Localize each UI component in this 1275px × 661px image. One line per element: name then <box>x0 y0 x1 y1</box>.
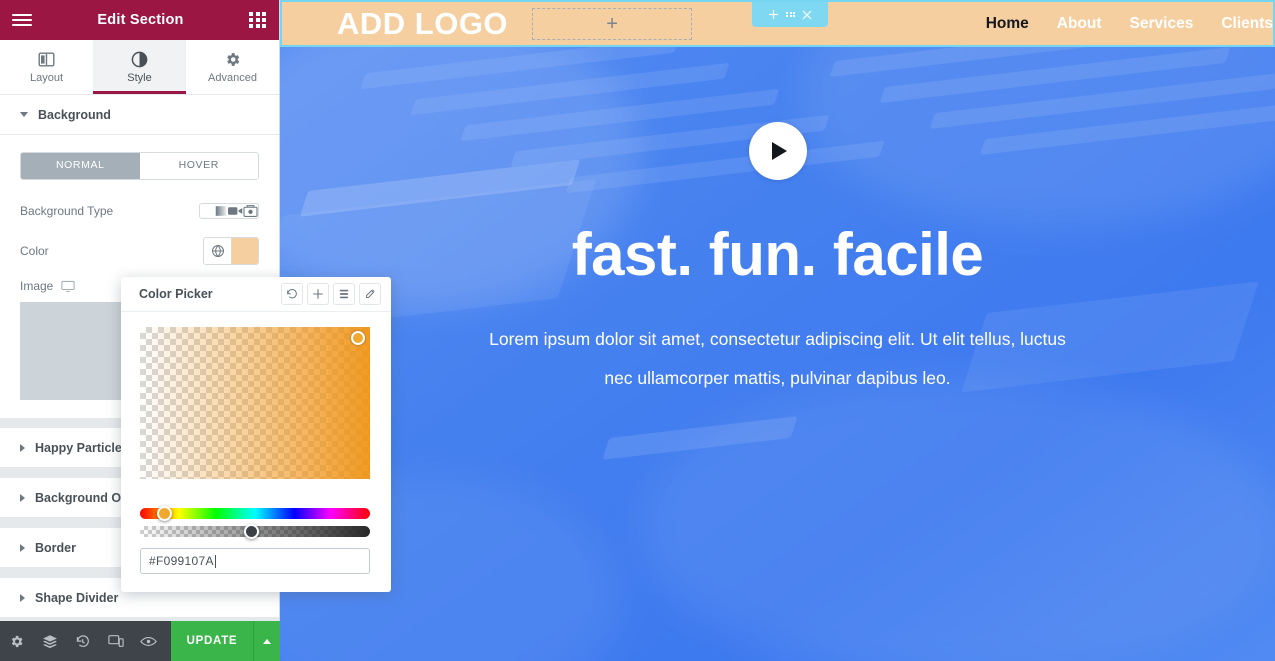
panel-tabs: Layout Style Advanced <box>0 40 279 95</box>
gear-icon <box>224 50 241 68</box>
tab-layout[interactable]: Layout <box>0 40 93 94</box>
hero-content: fast. fun. facile Lorem ipsum dolor sit … <box>280 47 1275 399</box>
add-section-icon[interactable] <box>768 9 779 20</box>
layout-columns-icon <box>38 50 55 68</box>
nav-item-about[interactable]: About <box>1057 15 1102 33</box>
hue-slider[interactable] <box>140 506 370 521</box>
chevron-right-icon <box>20 443 25 452</box>
chevron-right-icon <box>20 593 25 602</box>
background-color-label: Color <box>20 244 49 258</box>
background-color-swatch[interactable] <box>231 238 258 264</box>
color-picker-title: Color Picker <box>139 287 213 301</box>
logo-placeholder-text[interactable]: ADD LOGO <box>337 6 508 42</box>
color-picker-popup: Color Picker #F099107A <box>121 277 391 592</box>
plus-icon: + <box>606 12 618 35</box>
section-background-label: Background <box>38 107 111 122</box>
alpha-slider[interactable] <box>140 524 370 539</box>
update-button[interactable]: UPDATE <box>171 621 253 661</box>
video-camera-icon[interactable] <box>228 204 243 218</box>
nav-item-clients[interactable]: Clients <box>1221 15 1273 33</box>
section-background[interactable]: Background <box>0 95 279 135</box>
section-toolbar[interactable] <box>752 2 828 27</box>
panel-header: Edit Section <box>0 0 279 40</box>
state-tab-hover[interactable]: HOVER <box>139 153 258 179</box>
hero-section[interactable]: fast. fun. facile Lorem ipsum dolor sit … <box>280 47 1275 661</box>
nav-menu[interactable]: Home About Services Clients <box>986 15 1273 33</box>
gradient-icon[interactable] <box>214 204 228 218</box>
panel-footer: UPDATE <box>0 621 280 661</box>
header-section[interactable]: ADD LOGO + Home About Services Clients <box>280 0 1275 47</box>
state-tab-normal[interactable]: NORMAL <box>21 153 140 179</box>
hex-color-input[interactable]: #F099107A <box>140 548 370 574</box>
background-type-options <box>199 203 259 219</box>
text-cursor <box>214 554 216 568</box>
section-happy-particle-label: Happy Particle <box>35 440 122 455</box>
section-border-label: Border <box>35 540 76 555</box>
tab-advanced-label: Advanced <box>208 72 257 84</box>
hamburger-icon[interactable] <box>12 14 32 26</box>
desktop-monitor-icon[interactable] <box>61 280 76 293</box>
widgets-grid-icon[interactable] <box>249 12 267 28</box>
background-color-row: Color <box>20 234 259 268</box>
saturation-value-area[interactable] <box>140 327 370 479</box>
close-icon[interactable] <box>802 10 812 20</box>
drag-handle-icon[interactable] <box>786 11 795 18</box>
background-type-row: Background Type <box>20 194 259 228</box>
section-shape-divider-label: Shape Divider <box>35 590 119 605</box>
chevron-down-icon <box>20 112 28 117</box>
slideshow-icon[interactable] <box>243 204 258 218</box>
preview-canvas: ADD LOGO + Home About Services Clients f… <box>280 0 1275 661</box>
play-triangle-icon <box>772 142 787 160</box>
hero-heading[interactable]: fast. fun. facile <box>280 223 1275 286</box>
section-background-overlay-label: Background O <box>35 490 122 505</box>
nav-item-services[interactable]: Services <box>1130 15 1194 33</box>
history-clock-icon[interactable] <box>66 621 99 661</box>
hex-color-value: #F099107A <box>149 554 214 568</box>
paint-brush-icon[interactable] <box>200 204 214 218</box>
contrast-half-circle-icon <box>131 50 148 68</box>
background-type-label: Background Type <box>20 204 114 218</box>
color-picker-header: Color Picker <box>121 277 391 312</box>
gear-settings-icon[interactable] <box>0 621 33 661</box>
add-plus-icon[interactable] <box>307 283 329 305</box>
logo-dropzone[interactable]: + <box>532 7 693 40</box>
layers-navigator-icon[interactable] <box>33 621 66 661</box>
eyedropper-icon[interactable] <box>359 283 381 305</box>
caret-up-icon <box>263 638 271 644</box>
globe-icon[interactable] <box>204 238 231 264</box>
chevron-right-icon <box>20 543 25 552</box>
chevron-right-icon <box>20 493 25 502</box>
panel-title: Edit Section <box>97 12 184 28</box>
reset-undo-icon[interactable] <box>281 283 303 305</box>
update-options-button[interactable] <box>253 621 280 661</box>
background-state-tabs: NORMAL HOVER <box>20 152 259 180</box>
video-play-button[interactable] <box>748 122 807 180</box>
color-swatch-group <box>203 237 259 265</box>
eye-preview-icon[interactable] <box>132 621 165 661</box>
tab-style[interactable]: Style <box>93 40 186 94</box>
saturation-handle[interactable] <box>351 331 365 345</box>
hue-slider-handle[interactable] <box>157 506 172 521</box>
tab-style-label: Style <box>127 72 152 84</box>
alpha-slider-handle[interactable] <box>244 524 259 539</box>
responsive-device-icon[interactable] <box>99 621 132 661</box>
elementor-editor: ADD LOGO + Home About Services Clients f… <box>0 0 1275 661</box>
nav-item-home[interactable]: Home <box>986 15 1029 33</box>
color-picker-tools <box>281 283 381 305</box>
tab-advanced[interactable]: Advanced <box>186 40 279 94</box>
hero-subtitle[interactable]: Lorem ipsum dolor sit amet, consectetur … <box>483 320 1073 399</box>
color-library-icon[interactable] <box>333 283 355 305</box>
tab-layout-label: Layout <box>29 72 64 84</box>
